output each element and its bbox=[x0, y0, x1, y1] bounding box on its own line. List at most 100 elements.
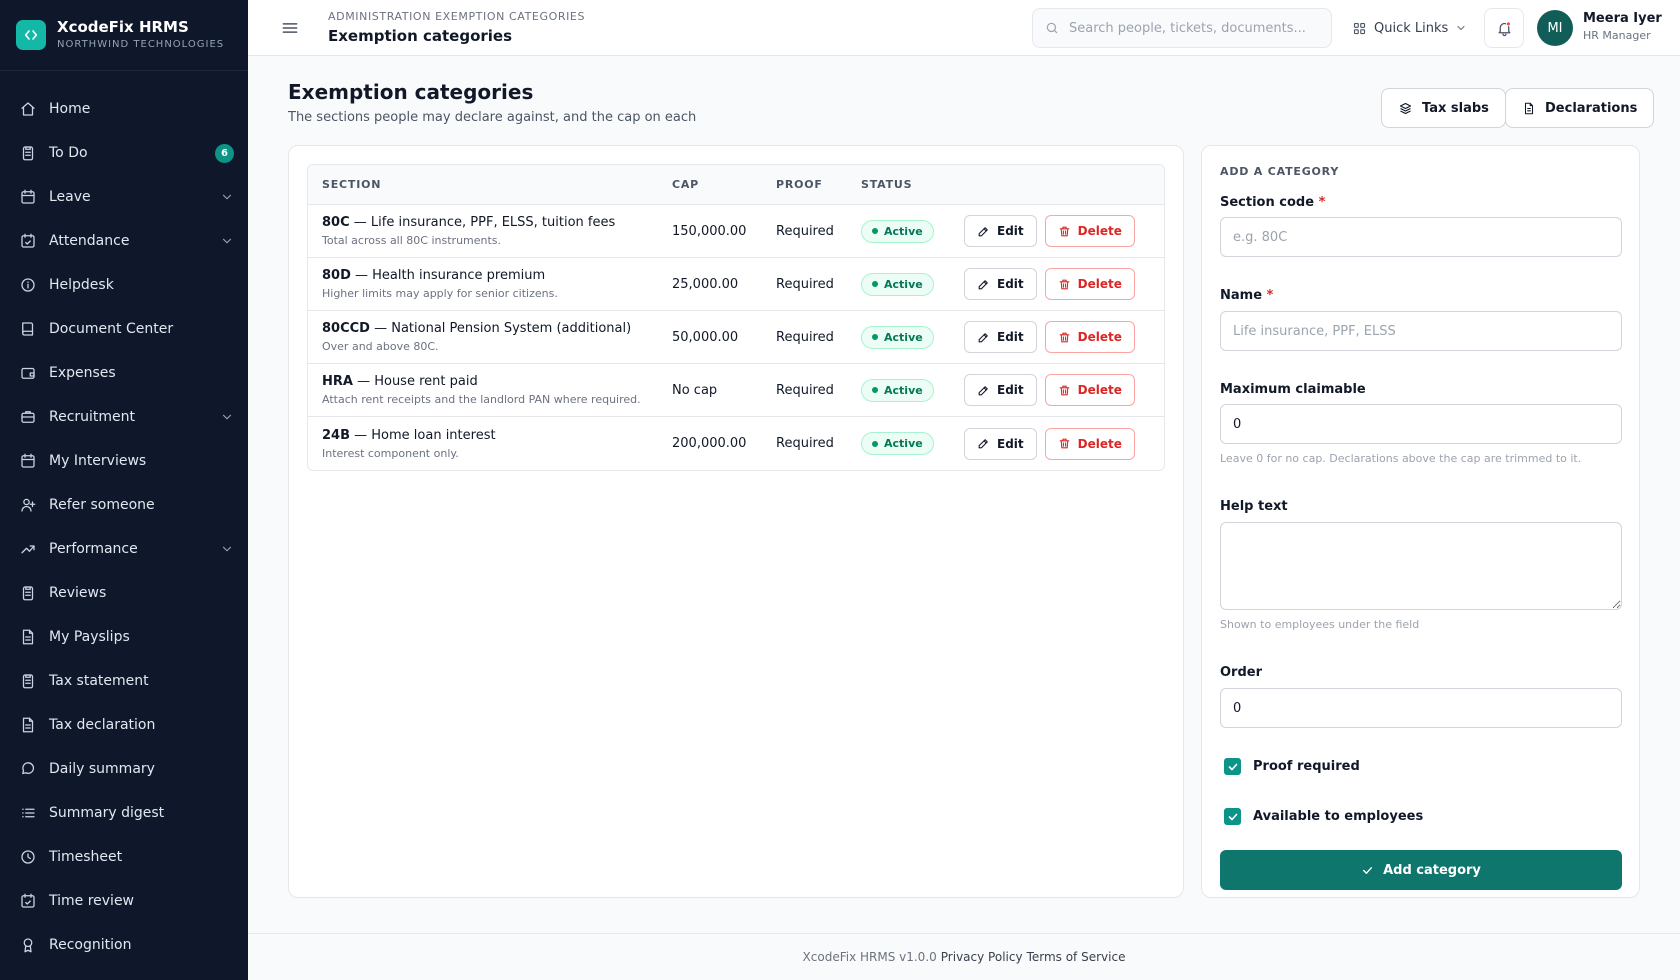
sidebar: XcodeFix HRMS NORTHWIND TECHNOLOGIES Hom… bbox=[0, 0, 248, 980]
delete-button[interactable]: Delete bbox=[1044, 374, 1135, 406]
global-search[interactable] bbox=[1032, 8, 1332, 48]
status-dot bbox=[872, 281, 878, 288]
categories-table: SECTION CAP PROOF STATUS 80C — Life insu… bbox=[307, 164, 1165, 471]
delete-button[interactable]: Delete bbox=[1044, 321, 1135, 353]
sidebar-item-label: Expenses bbox=[49, 365, 116, 381]
order-input[interactable] bbox=[1220, 688, 1622, 728]
section-cell: 80D — Health insurance premium Higher lim… bbox=[308, 268, 672, 300]
trending-up-icon bbox=[19, 540, 37, 558]
proof-cell: Required bbox=[776, 223, 834, 239]
sidebar-item-label: Refer someone bbox=[49, 497, 155, 513]
notifications-button[interactable] bbox=[1484, 8, 1524, 48]
brand-name: XcodeFix HRMS bbox=[57, 17, 189, 36]
proof-required-checkbox[interactable]: Proof required bbox=[1224, 758, 1360, 775]
user-role: HR Manager bbox=[1583, 29, 1651, 42]
header-status: STATUS bbox=[861, 178, 913, 191]
clipboard-icon bbox=[19, 584, 37, 602]
trash-icon bbox=[1058, 278, 1071, 291]
edit-button[interactable]: Edit bbox=[964, 268, 1037, 300]
section-code: HRA bbox=[322, 374, 353, 389]
section-code: 80D bbox=[322, 268, 351, 283]
sidebar-item-leave[interactable]: Leave bbox=[0, 175, 248, 219]
search-input[interactable] bbox=[1069, 20, 1309, 36]
delete-label: Delete bbox=[1077, 277, 1122, 291]
edit-button[interactable]: Edit bbox=[964, 321, 1037, 353]
quick-links-label: Quick Links bbox=[1374, 20, 1449, 36]
sidebar-item-feeds[interactable]: Feeds bbox=[0, 967, 248, 980]
sidebar-item-attendance[interactable]: Attendance bbox=[0, 219, 248, 263]
header-cap: CAP bbox=[672, 178, 700, 191]
clipboard-icon bbox=[19, 144, 37, 162]
terms-link[interactable]: Terms of Service bbox=[1027, 950, 1126, 964]
edit-button[interactable]: Edit bbox=[964, 427, 1037, 460]
avatar[interactable]: MI bbox=[1537, 10, 1573, 46]
cap-cell: 25,000.00 bbox=[672, 276, 739, 292]
sidebar-item-recruitment[interactable]: Recruitment bbox=[0, 395, 248, 439]
calendar-check-icon bbox=[19, 232, 37, 250]
sidebar-item-document-center[interactable]: Document Center bbox=[0, 307, 248, 351]
edit-button[interactable]: Edit bbox=[964, 215, 1037, 247]
sidebar-item-expenses[interactable]: Expenses bbox=[0, 351, 248, 395]
sidebar-item-tax-statement[interactable]: Tax statement bbox=[0, 659, 248, 703]
max-claimable-hint: Leave 0 for no cap. Declarations above t… bbox=[1220, 452, 1582, 465]
sidebar-item-to-do[interactable]: To Do 6 bbox=[0, 131, 248, 175]
check-icon bbox=[1224, 758, 1241, 775]
chevron-down-icon bbox=[220, 542, 234, 556]
status-badge: Active bbox=[861, 325, 934, 349]
sidebar-item-recognition[interactable]: Recognition bbox=[0, 923, 248, 967]
proof-cell: Required bbox=[776, 382, 834, 398]
status-dot bbox=[872, 334, 878, 341]
sidebar-item-summary-digest[interactable]: Summary digest bbox=[0, 791, 248, 835]
sidebar-item-timesheet[interactable]: Timesheet bbox=[0, 835, 248, 879]
available-to-employees-label: Available to employees bbox=[1253, 809, 1424, 824]
sidebar-item-time-review[interactable]: Time review bbox=[0, 879, 248, 923]
available-to-employees-checkbox[interactable]: Available to employees bbox=[1224, 808, 1423, 825]
grid-icon bbox=[1352, 21, 1367, 36]
sidebar-item-reviews[interactable]: Reviews bbox=[0, 571, 248, 615]
tax-slabs-button[interactable]: Tax slabs bbox=[1381, 88, 1506, 128]
edit-button[interactable]: Edit bbox=[964, 374, 1037, 406]
sidebar-item-label: Performance bbox=[49, 541, 138, 557]
section-help: Over and above 80C. bbox=[322, 340, 439, 353]
status-badge: Active bbox=[861, 272, 934, 296]
sidebar-item-tax-declaration[interactable]: Tax declaration bbox=[0, 703, 248, 747]
section-code: 80CCD bbox=[322, 321, 370, 336]
briefcase-icon bbox=[19, 408, 37, 426]
section-cell: 80CCD — National Pension System (additio… bbox=[308, 321, 672, 353]
file-icon bbox=[19, 716, 37, 734]
delete-button[interactable]: Delete bbox=[1044, 215, 1135, 247]
sidebar-item-home[interactable]: Home bbox=[0, 87, 248, 131]
section-code-input[interactable] bbox=[1220, 217, 1622, 257]
sidebar-item-performance[interactable]: Performance bbox=[0, 527, 248, 571]
sidebar-item-my-interviews[interactable]: My Interviews bbox=[0, 439, 248, 483]
menu-icon[interactable] bbox=[280, 18, 300, 38]
table-body: 80C — Life insurance, PPF, ELSS, tuition… bbox=[308, 205, 1164, 470]
declarations-button[interactable]: Declarations bbox=[1505, 88, 1655, 128]
sidebar-item-label: My Payslips bbox=[49, 629, 130, 645]
max-claimable-input[interactable] bbox=[1220, 404, 1622, 444]
sidebar-item-helpdesk[interactable]: Helpdesk bbox=[0, 263, 248, 307]
cap-cell: 50,000.00 bbox=[672, 329, 739, 345]
delete-button[interactable]: Delete bbox=[1044, 268, 1135, 300]
name-input[interactable] bbox=[1220, 311, 1622, 351]
brand-org: NORTHWIND TECHNOLOGIES bbox=[57, 38, 225, 50]
sidebar-item-refer-someone[interactable]: Refer someone bbox=[0, 483, 248, 527]
pencil-icon bbox=[977, 278, 990, 291]
quick-links-button[interactable]: Quick Links bbox=[1352, 8, 1467, 48]
sidebar-item-my-payslips[interactable]: My Payslips bbox=[0, 615, 248, 659]
add-category-card: ADD A CATEGORY Section code * Name * Max… bbox=[1201, 145, 1640, 898]
sidebar-nav: Home To Do 6 Leave Attendance Helpdesk Documen… bbox=[0, 71, 248, 980]
footer-version: XcodeFix HRMS v1.0.0 bbox=[802, 950, 937, 964]
sidebar-item-daily-summary[interactable]: Daily summary bbox=[0, 747, 248, 791]
sidebar-item-label: Time review bbox=[49, 893, 135, 909]
help-text-input[interactable] bbox=[1220, 522, 1622, 610]
section-cell: 80C — Life insurance, PPF, ELSS, tuition… bbox=[308, 215, 672, 247]
brand[interactable]: XcodeFix HRMS NORTHWIND TECHNOLOGIES bbox=[0, 0, 248, 71]
delete-button[interactable]: Delete bbox=[1044, 427, 1135, 460]
privacy-policy-link[interactable]: Privacy Policy bbox=[941, 950, 1023, 964]
trash-icon bbox=[1058, 331, 1071, 344]
sidebar-item-label: Tax statement bbox=[49, 673, 149, 689]
add-category-button[interactable]: Add category bbox=[1220, 850, 1622, 890]
user-name[interactable]: Meera Iyer bbox=[1583, 11, 1662, 26]
bell-icon bbox=[1496, 20, 1513, 37]
